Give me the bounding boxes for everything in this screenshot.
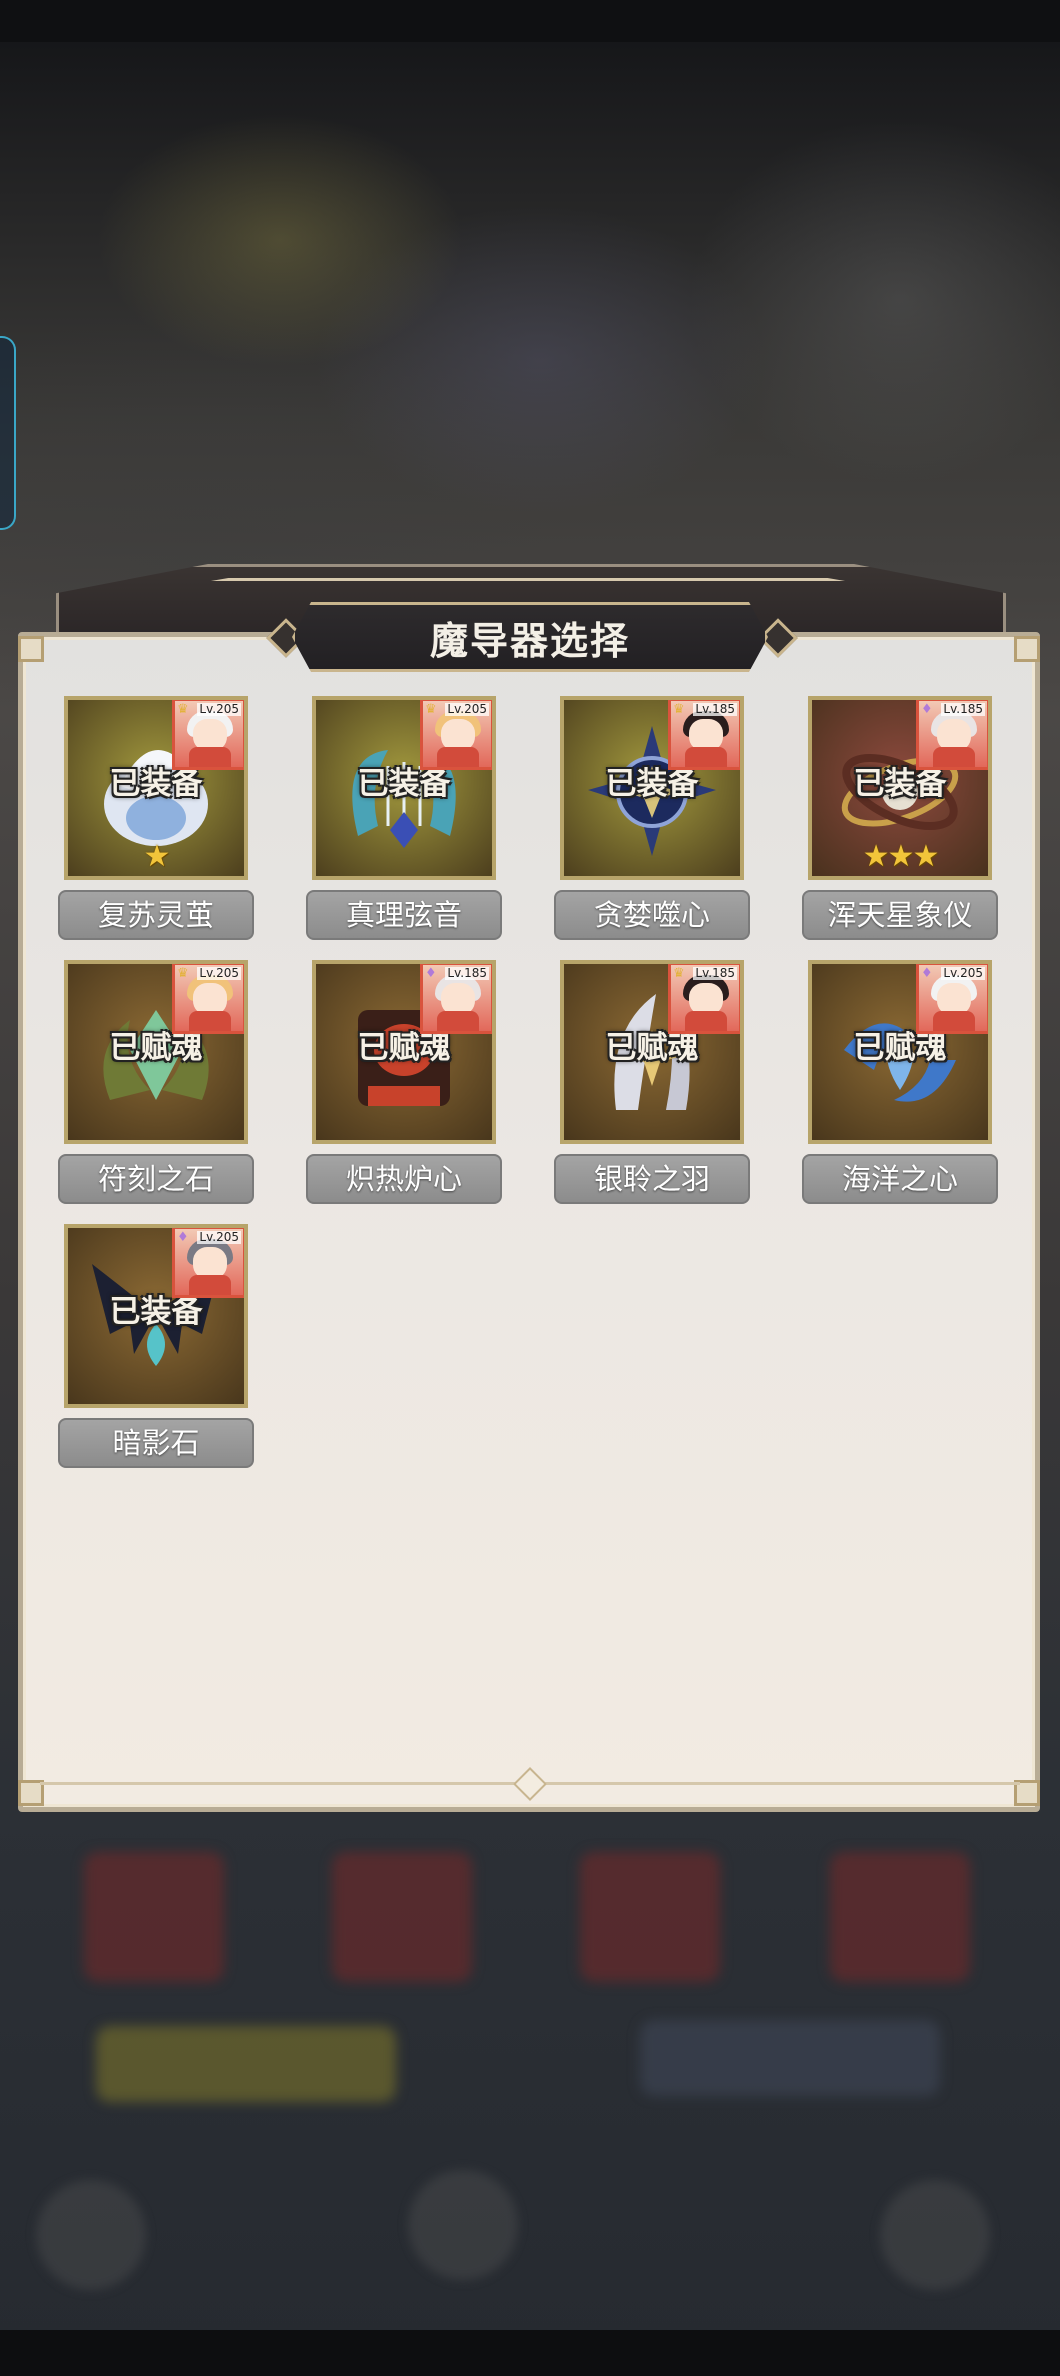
equipped-hero-avatar: ♛ Lv.205 xyxy=(420,700,492,770)
hero-level: Lv.205 xyxy=(445,702,489,716)
artifact-item[interactable]: 已赋魂 ♦ Lv.205 海洋之心 xyxy=(802,960,998,1204)
artifact-name-label[interactable]: 银聆之羽 xyxy=(554,1154,750,1204)
artifact-card[interactable]: 已赋魂 ♛ Lv.205 xyxy=(64,960,248,1144)
crown-icon: ♛ xyxy=(425,702,437,717)
artifact-card[interactable]: 已赋魂 ♛ Lv.185 xyxy=(560,960,744,1144)
background-slot xyxy=(84,1852,224,1982)
artifact-item[interactable]: 已装备 ♦ Lv.205 暗影石 xyxy=(58,1224,254,1468)
equipped-hero-avatar: ♦ Lv.205 xyxy=(916,964,988,1034)
corner-ornament xyxy=(18,636,44,662)
status-bar xyxy=(0,0,1060,42)
artifact-name-label[interactable]: 浑天星象仪 xyxy=(802,890,998,940)
artifact-name-label[interactable]: 复苏灵茧 xyxy=(58,890,254,940)
equipped-hero-avatar: ♛ Lv.205 xyxy=(172,700,244,770)
artifact-item[interactable]: 已赋魂 ♛ Lv.205 符刻之石 xyxy=(58,960,254,1204)
hero-body xyxy=(189,1275,231,1295)
side-tab-handle[interactable] xyxy=(0,336,16,530)
artifact-item[interactable]: 已装备 ♛ Lv.185 贪婪噬心 xyxy=(554,696,750,940)
hero-body xyxy=(933,747,975,767)
background-nav-icon xyxy=(408,2170,518,2280)
dialog-title-plate: 魔导器选择 xyxy=(292,602,768,672)
hero-body xyxy=(189,1011,231,1031)
crown-icon: ♛ xyxy=(673,702,685,717)
artifact-item[interactable]: 已装备 ♛ Lv.205 真理弦音 xyxy=(306,696,502,940)
artifact-card[interactable]: 已赋魂 ♦ Lv.205 xyxy=(808,960,992,1144)
background-slot xyxy=(580,1852,720,1982)
corner-ornament xyxy=(1014,636,1040,662)
equipped-hero-avatar: ♛ Lv.205 xyxy=(172,964,244,1034)
crown-icon: ♛ xyxy=(177,702,189,717)
artifact-name-label[interactable]: 真理弦音 xyxy=(306,890,502,940)
hero-level: Lv.205 xyxy=(197,1230,241,1244)
equipped-hero-avatar: ♦ Lv.185 xyxy=(916,700,988,770)
background-nav-icon xyxy=(880,2180,990,2290)
dialog-title: 魔导器选择 xyxy=(429,618,630,663)
equipped-hero-avatar: ♛ Lv.185 xyxy=(668,964,740,1034)
artifact-name-label[interactable]: 贪婪噬心 xyxy=(554,890,750,940)
hero-level: Lv.185 xyxy=(693,966,737,980)
artifact-name-label[interactable]: 暗影石 xyxy=(58,1418,254,1468)
hero-level: Lv.185 xyxy=(941,702,985,716)
artifact-name-label[interactable]: 炽热炉心 xyxy=(306,1154,502,1204)
artifact-item[interactable]: 已装备 ★★★ ♦ Lv.185 浑天星象仪 xyxy=(802,696,998,940)
background-slot xyxy=(830,1852,970,1982)
background-button xyxy=(96,2026,396,2102)
gem-icon: ♦ xyxy=(921,702,933,717)
gem-icon: ♦ xyxy=(921,966,933,981)
artifact-card[interactable]: 已装备 ♦ Lv.205 xyxy=(64,1224,248,1408)
star-rating: ★ xyxy=(143,839,171,874)
artifact-item[interactable]: 已装备 ★ ♛ Lv.205 复苏灵茧 xyxy=(58,696,254,940)
navigation-bar xyxy=(0,2330,1060,2376)
hero-body xyxy=(933,1011,975,1031)
hero-body xyxy=(189,747,231,767)
artifact-card[interactable]: 已装备 ★★★ ♦ Lv.185 xyxy=(808,696,992,880)
hero-level: Lv.185 xyxy=(445,966,489,980)
hero-body xyxy=(437,747,479,767)
artifact-name-label[interactable]: 海洋之心 xyxy=(802,1154,998,1204)
hero-level: Lv.205 xyxy=(941,966,985,980)
equipped-hero-avatar: ♛ Lv.185 xyxy=(668,700,740,770)
artifact-item[interactable]: 已赋魂 ♛ Lv.185 银聆之羽 xyxy=(554,960,750,1204)
artifact-card[interactable]: 已装备 ★ ♛ Lv.205 xyxy=(64,696,248,880)
gem-icon: ♦ xyxy=(425,966,437,981)
artifact-card[interactable]: 已装备 ♛ Lv.185 xyxy=(560,696,744,880)
hero-level: Lv.205 xyxy=(197,702,241,716)
artifact-item[interactable]: 已赋魂 ♦ Lv.185 炽热炉心 xyxy=(306,960,502,1204)
crown-icon: ♛ xyxy=(177,966,189,981)
hero-body xyxy=(437,1011,479,1031)
artifact-card[interactable]: 已赋魂 ♦ Lv.185 xyxy=(312,960,496,1144)
background-nav-icon xyxy=(36,2180,146,2290)
crown-icon: ♛ xyxy=(673,966,685,981)
artifact-name-label[interactable]: 符刻之石 xyxy=(58,1154,254,1204)
hero-level: Lv.185 xyxy=(693,702,737,716)
equipped-hero-avatar: ♦ Lv.185 xyxy=(420,964,492,1034)
hero-body xyxy=(685,1011,727,1031)
equipped-hero-avatar: ♦ Lv.205 xyxy=(172,1228,244,1298)
background-button xyxy=(640,2020,940,2096)
hero-body xyxy=(685,747,727,767)
artifact-card[interactable]: 已装备 ♛ Lv.205 xyxy=(312,696,496,880)
gem-icon: ♦ xyxy=(177,1230,189,1245)
background-slot xyxy=(332,1852,472,1982)
star-rating: ★★★ xyxy=(862,839,940,874)
hero-level: Lv.205 xyxy=(197,966,241,980)
